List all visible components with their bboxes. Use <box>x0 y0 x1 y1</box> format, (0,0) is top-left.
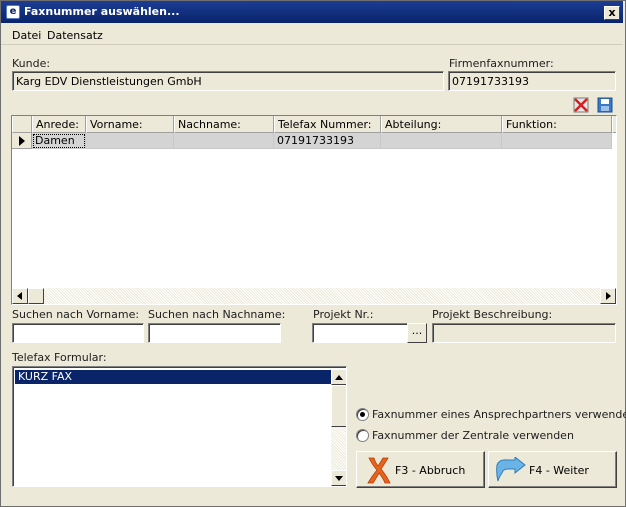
cell-funktion[interactable] <box>502 133 612 149</box>
list-item[interactable]: KURZ FAX <box>15 370 331 384</box>
menu-datensatz[interactable]: Datensatz <box>47 29 103 42</box>
search-nachname-input[interactable] <box>148 323 281 343</box>
formular-label: Telefax Formular: <box>12 351 107 364</box>
radio-ansprechpartner-label[interactable]: Faxnummer eines Ansprechpartners verwend… <box>372 408 626 421</box>
column-header-nachname[interactable]: Nachname: <box>174 116 274 133</box>
projekt-beschreibung-field[interactable] <box>432 323 616 343</box>
grid-header-corner <box>12 116 32 133</box>
column-header-anrede[interactable]: Anrede: <box>32 116 86 133</box>
app-icon: e <box>6 5 20 19</box>
column-header-funktion[interactable]: Funktion: <box>502 116 612 133</box>
formular-listbox[interactable]: KURZ FAX <box>12 366 347 487</box>
cell-nachname[interactable] <box>174 133 274 149</box>
firmenfax-field[interactable]: 07191733193 <box>448 71 616 91</box>
close-icon: x <box>608 6 616 19</box>
menu-datei[interactable]: Datei <box>12 29 41 42</box>
scroll-left-icon[interactable] <box>12 288 28 304</box>
kunde-field[interactable]: Karg EDV Dienstleistungen GmbH <box>12 71 444 91</box>
column-header-telefax[interactable]: Telefax Nummer: <box>274 116 381 133</box>
projekt-browse-button[interactable]: ... <box>407 323 427 343</box>
cell-abteilung[interactable] <box>381 133 502 149</box>
radio-zentrale-label[interactable]: Faxnummer der Zentrale verwenden <box>372 429 574 442</box>
firmenfax-label: Firmenfaxnummer: <box>449 57 554 70</box>
contacts-grid[interactable]: Anrede: Vorname: Nachname: Telefax Numme… <box>11 115 617 305</box>
formular-vertical-scrollbar[interactable] <box>331 369 346 486</box>
scroll-thumb[interactable] <box>28 288 44 304</box>
projekt-nr-input[interactable] <box>312 323 408 343</box>
delete-icon <box>573 97 589 113</box>
cell-telefax[interactable]: 07191733193 <box>274 133 381 149</box>
abbruch-label: F3 - Abbruch <box>395 464 466 477</box>
column-header-abteilung[interactable]: Abteilung: <box>381 116 502 133</box>
abbruch-button[interactable]: F3 - Abbruch <box>356 451 485 488</box>
scroll-right-icon[interactable] <box>600 288 616 304</box>
save-button[interactable] <box>596 96 614 114</box>
cell-vorname[interactable] <box>86 133 174 149</box>
weiter-button[interactable]: F4 - Weiter <box>488 451 617 488</box>
projekt-beschreibung-label: Projekt Beschreibung: <box>432 308 553 321</box>
radio-ansprechpartner[interactable] <box>356 408 369 421</box>
search-nachname-label: Suchen nach Nachname: <box>148 308 286 321</box>
row-indicator-icon <box>12 133 32 149</box>
grid-horizontal-scrollbar[interactable] <box>12 288 616 304</box>
cell-anrede[interactable]: Damen <box>32 133 86 149</box>
projekt-nr-label: Projekt Nr.: <box>313 308 374 321</box>
save-icon <box>597 97 613 113</box>
weiter-label: F4 - Weiter <box>529 464 589 477</box>
window-title: Faxnummer auswählen... <box>24 5 180 18</box>
column-header-vorname[interactable]: Vorname: <box>86 116 174 133</box>
cancel-x-icon <box>367 457 391 484</box>
title-bar[interactable]: e Faxnummer auswählen... x <box>1 1 623 23</box>
table-row[interactable]: Damen 07191733193 <box>12 133 616 149</box>
grid-header: Anrede: Vorname: Nachname: Telefax Numme… <box>12 116 616 133</box>
scroll-thumb[interactable] <box>331 385 346 427</box>
forward-arrow-icon <box>496 457 526 482</box>
search-vorname-label: Suchen nach Vorname: <box>12 308 140 321</box>
search-vorname-input[interactable] <box>12 323 144 343</box>
kunde-label: Kunde: <box>12 57 51 70</box>
scroll-down-icon[interactable] <box>331 470 346 486</box>
scroll-up-icon[interactable] <box>331 369 346 385</box>
delete-button[interactable] <box>572 96 590 114</box>
column-header-more <box>612 116 616 133</box>
radio-zentrale[interactable] <box>356 429 369 442</box>
menu-bar: Datei Datensatz <box>1 26 623 45</box>
close-button[interactable]: x <box>604 6 620 20</box>
